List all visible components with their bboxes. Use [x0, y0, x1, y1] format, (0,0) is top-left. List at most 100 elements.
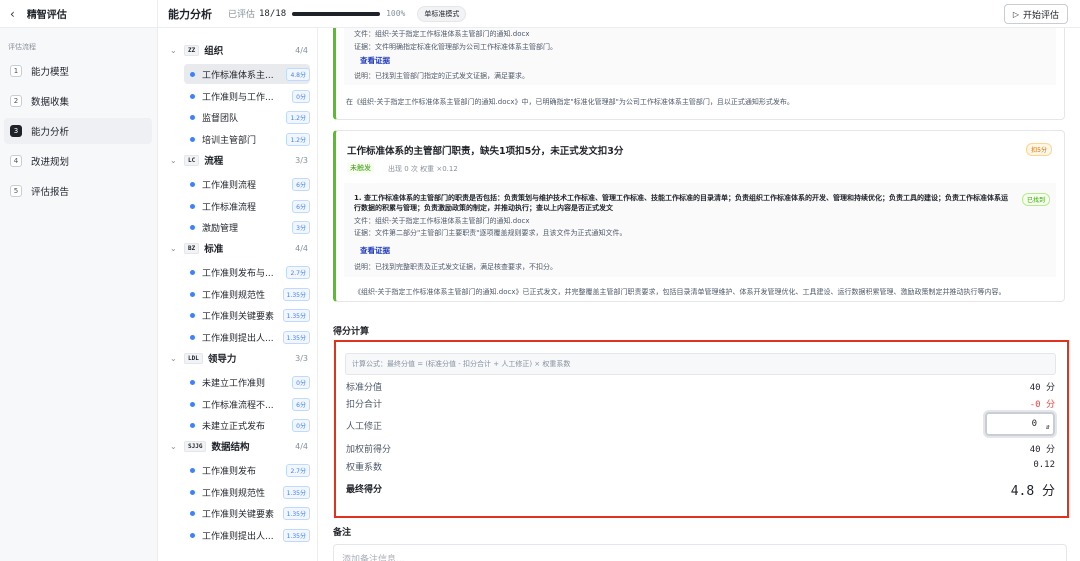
score-badge: 6分 — [292, 177, 310, 191]
evidence-file: 文件：组织-关于指定工作标准体系主管部门的通知.docx — [354, 217, 530, 225]
group-count: 4/4 — [295, 441, 308, 451]
step-assessment-report[interactable]: 5 评估报告 — [4, 178, 152, 204]
tree-item[interactable]: 工作准则与工作... 0分 — [184, 86, 310, 106]
chevron-down-icon: ⌄ — [170, 45, 177, 55]
tree-item[interactable]: 工作标准流程 6分 — [184, 196, 310, 216]
view-evidence-link[interactable]: 查看证据 — [360, 245, 390, 256]
tree-item[interactable]: 工作准则关键要素 1.35分 — [184, 503, 310, 523]
item-name: 工作标准体系主... — [202, 70, 274, 81]
standard-score-label: 标准分值 — [346, 383, 383, 393]
score-badge: 6分 — [292, 397, 310, 411]
step-label: 改进规划 — [31, 157, 70, 168]
tree-group-sjjg[interactable]: ⌄ SJJG 数据结构 4/4 — [170, 436, 308, 456]
item-name: 未建立工作准则 — [202, 378, 266, 389]
status-badge: 未触发 — [347, 162, 374, 174]
tree-group-lc[interactable]: ⌄ LC 流程 3/3 — [170, 150, 308, 170]
tree-item[interactable]: 工作准则发布 2.7分 — [184, 460, 310, 480]
start-evaluation-button[interactable]: ▷ 开始评估 — [1003, 4, 1068, 24]
item-name: 培训主管部门 — [202, 135, 257, 146]
tree-item[interactable]: 工作准则规范性 1.35分 — [184, 482, 310, 502]
mode-badge: 单标准模式 — [417, 5, 467, 22]
group-code: SJJG — [184, 440, 207, 452]
view-evidence-link[interactable]: 查看证据 — [360, 55, 390, 66]
group-name: 领导力 — [207, 354, 237, 365]
tree-group-ldl[interactable]: ⌄ LDL 领导力 3/3 — [170, 348, 308, 368]
pre-weight-score-label: 加权前得分 — [346, 445, 392, 455]
tree-item[interactable]: 工作准则发布与... 2.7分 — [184, 262, 310, 282]
notes-title: 备注 — [333, 528, 352, 538]
tree-item[interactable]: 工作准则规范性 1.35分 — [184, 284, 310, 304]
status-dot — [190, 71, 195, 77]
item-name: 工作准则关键要素 — [202, 509, 275, 520]
tree-item[interactable]: 监督团队 1.2分 — [184, 107, 310, 127]
group-count: 4/4 — [295, 45, 308, 55]
deduction-total-label: 扣分合计 — [346, 400, 383, 410]
chevron-down-icon: ⌄ — [170, 155, 177, 165]
item-name: 工作标准流程不... — [202, 400, 274, 411]
notes-input[interactable]: 添加备注信息... — [333, 544, 1067, 561]
manual-adjust-label: 人工修正 — [346, 422, 383, 432]
tree-group-zz[interactable]: ⌄ ZZ 组织 4/4 — [170, 40, 308, 60]
status-dot — [190, 224, 195, 230]
score-badge: 1.35分 — [282, 528, 310, 542]
item-name: 未建立正式发布 — [202, 421, 266, 432]
stepper-icon[interactable]: ⇵ — [1046, 417, 1050, 437]
step-number: 1 — [10, 65, 22, 77]
group-code: LC — [184, 154, 200, 166]
tree-item[interactable]: 工作准则流程 6分 — [184, 174, 310, 194]
status-dot — [190, 401, 195, 407]
progress-fill — [292, 11, 381, 16]
score-badge: 1.35分 — [282, 330, 310, 344]
page-header: 能力分析 已评估 18/18 100% 单标准模式 — [158, 0, 1080, 28]
rule-title: 工作标准体系的主管部门职责，缺失1项扣5分，未正式发文扣3分 — [347, 146, 624, 157]
tree-item[interactable]: 工作标准体系主... 4.8分 — [184, 64, 310, 84]
manual-adjust-input[interactable]: 0 ⇵ — [985, 412, 1055, 436]
status-dot — [190, 269, 195, 275]
item-name: 工作标准流程 — [202, 202, 257, 213]
tree-item[interactable]: 未建立工作准则 0分 — [184, 372, 310, 392]
tree-item[interactable]: 激励管理 3分 — [184, 217, 310, 237]
tree-item[interactable]: 工作准则提出人... 1.35分 — [184, 525, 310, 545]
tree-item[interactable]: 未建立正式发布 0分 — [184, 415, 310, 435]
page-title: 能力分析 — [168, 7, 212, 21]
step-number: 5 — [10, 185, 22, 197]
group-name: 流程 — [204, 156, 224, 167]
item-name: 激励管理 — [202, 223, 239, 234]
score-badge: 3分 — [292, 220, 310, 234]
start-evaluation-label: 开始评估 — [1022, 10, 1059, 21]
item-name: 工作准则发布 — [202, 466, 257, 477]
score-badge: 4.8分 — [286, 67, 310, 81]
score-badge: 1.2分 — [286, 132, 310, 146]
pre-weight-score-value: 40 分 — [1029, 445, 1055, 455]
group-name: 组织 — [204, 46, 224, 57]
score-badge: 0分 — [292, 418, 310, 432]
step-data-collection[interactable]: 2 数据收集 — [4, 88, 152, 114]
tree-item[interactable]: 工作标准流程不... 6分 — [184, 394, 310, 414]
group-name: 标准 — [204, 244, 224, 255]
tree-item[interactable]: 工作准则提出人... 1.35分 — [184, 327, 310, 347]
tree-group-bz[interactable]: ⌄ BZ 标准 4/4 — [170, 238, 308, 258]
group-code: BZ — [184, 242, 200, 254]
status-dot — [190, 136, 195, 142]
status-dot — [190, 422, 195, 428]
found-badge: 已找到 — [1021, 193, 1050, 206]
item-name: 工作准则与工作... — [202, 92, 274, 103]
status-dot — [190, 532, 195, 538]
final-score-value: 4.8 分 — [1010, 484, 1055, 499]
evidence-note: 说明：已找到主管部门指定的正式发文证据，满足要求。 — [354, 72, 529, 80]
score-badge: 0分 — [292, 375, 310, 389]
step-ability-model[interactable]: 1 能力模型 — [4, 58, 152, 84]
score-badge: 1.2分 — [286, 110, 310, 124]
item-name: 工作准则规范性 — [202, 488, 266, 499]
tree-item[interactable]: 工作准则关键要素 1.35分 — [184, 305, 310, 325]
item-name: 工作准则关键要素 — [202, 311, 275, 322]
tree-item[interactable]: 培训主管部门 1.2分 — [184, 129, 310, 149]
item-name: 工作准则发布与... — [202, 268, 274, 279]
evaluated-label: 已评估 — [228, 10, 256, 20]
group-name: 数据结构 — [211, 442, 250, 453]
step-ability-analysis[interactable]: 3 能力分析 — [4, 118, 152, 144]
step-improvement-plan[interactable]: 4 改进规划 — [4, 148, 152, 174]
score-badge: 2.7分 — [286, 463, 310, 477]
score-badge: 2.7分 — [286, 265, 310, 279]
back-icon[interactable]: ‹ — [10, 7, 15, 21]
